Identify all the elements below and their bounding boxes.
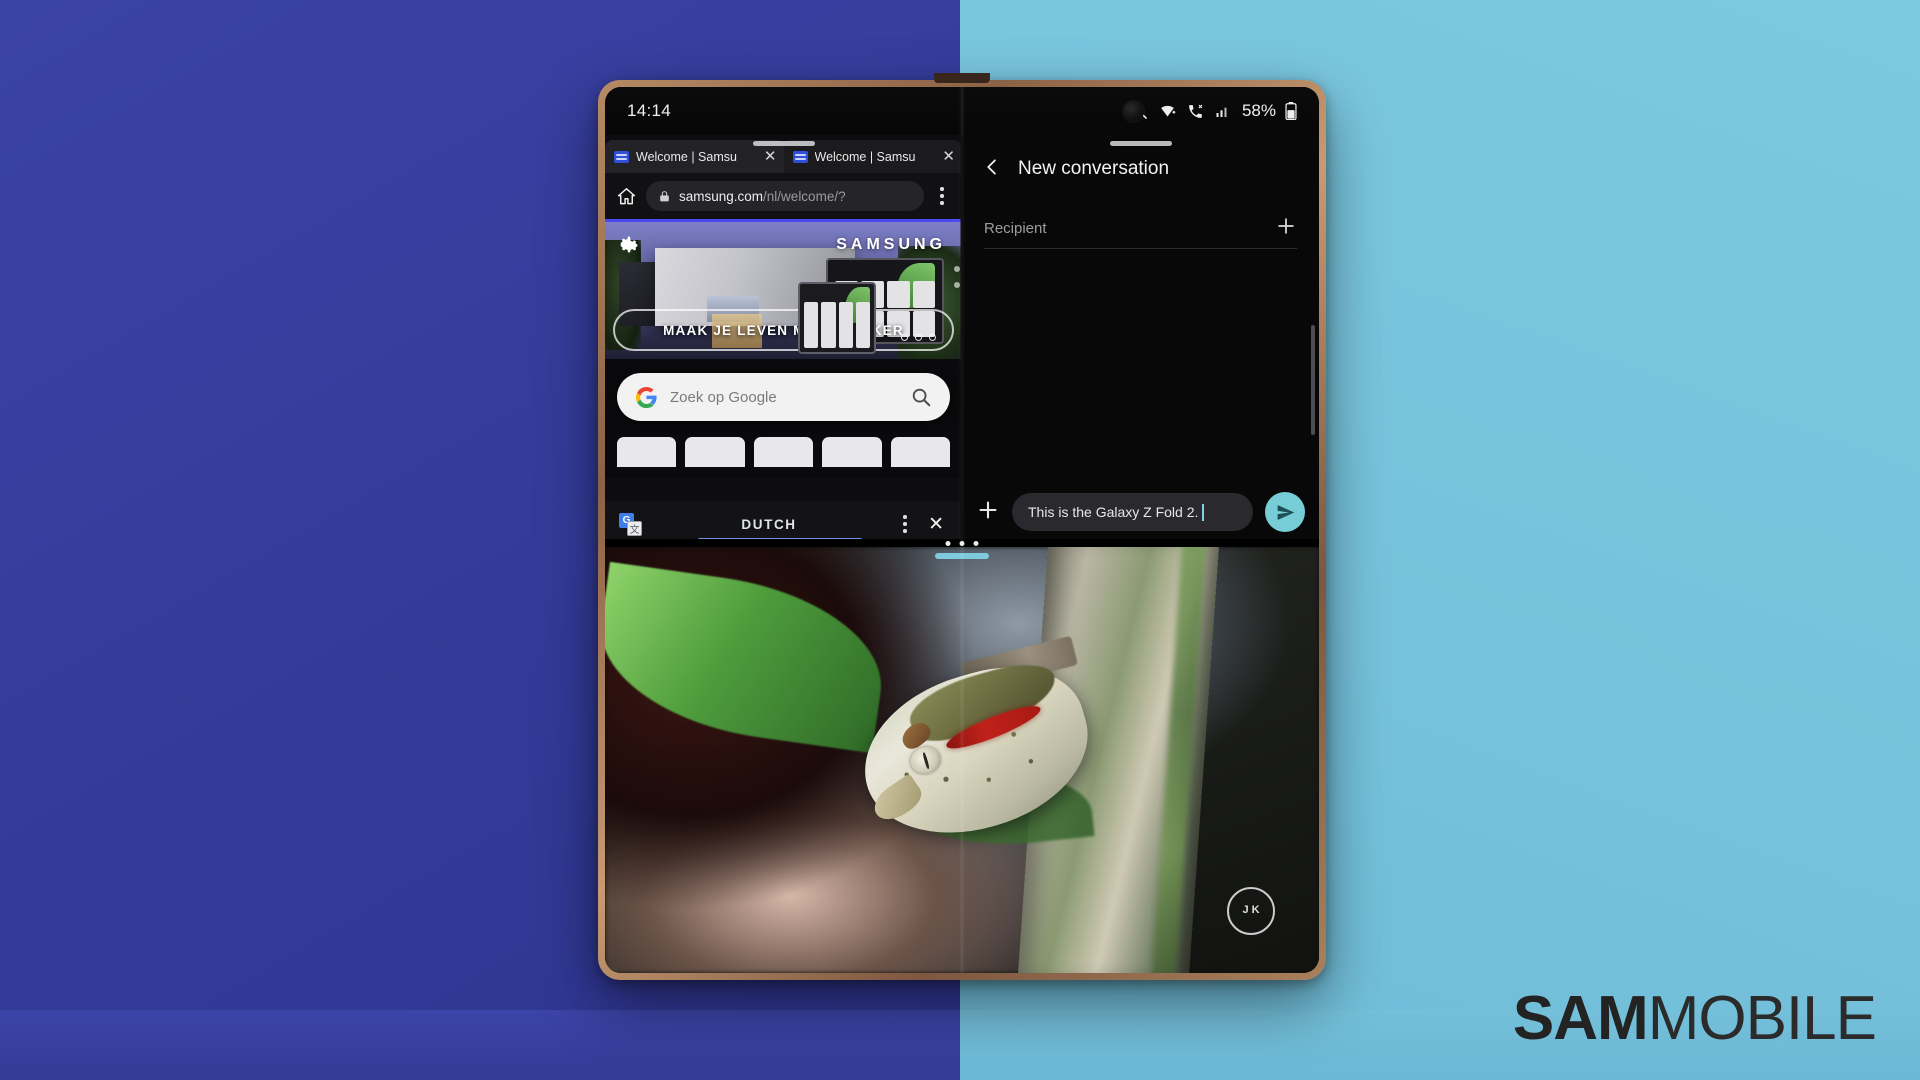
hero-side-rail-dots [954,266,960,288]
signal-icon [1216,107,1227,117]
pane-browser: Welcome | Samsu ✕ Welcome | Samsu ✕ sams… [605,135,962,547]
battery-icon [1285,102,1297,120]
search-icon[interactable] [910,386,932,408]
recipient-label: Recipient [984,220,1047,237]
browser-drag-handle[interactable] [752,141,815,146]
messages-scrollbar[interactable] [1311,325,1315,435]
wifi-icon [1161,105,1176,116]
message-input-text: This is the Galaxy Z Fold 2. [1028,504,1199,520]
photographer-initials: J K [1242,904,1260,917]
watermark-sam: SAM [1512,984,1649,1053]
hinge-notch [934,73,990,83]
tab-close-button[interactable]: ✕ [942,149,955,164]
device-screen: 14:14 58% Welcome | Samsu ✕ Welcome | Sa… [605,87,1319,973]
url-path: /nl/welcome/? [763,188,846,204]
send-icon [1277,504,1294,520]
text-caret [1202,503,1205,521]
message-compose-row: This is the Galaxy Z Fold 2. [962,485,1319,539]
lock-icon [660,190,669,201]
send-button[interactable] [1265,492,1305,532]
tab-close-button[interactable]: ✕ [764,149,777,164]
sammobile-watermark: SAMMOBILE [1513,988,1877,1050]
split-handle-pill[interactable] [935,553,989,559]
shortcut-tile[interactable] [822,437,882,467]
galaxy-z-fold-2-device: 14:14 58% Welcome | Samsu ✕ Welcome | Sa… [598,73,1326,980]
status-icons: 58% [1130,101,1297,121]
split-handle-dots[interactable] [945,541,979,546]
translate-target-letter: 文 [627,520,642,536]
shortcut-tile[interactable] [753,437,814,467]
add-recipient-icon[interactable] [1275,215,1297,242]
samsung-brand-logo: SAMSUNG [836,236,946,253]
home-icon[interactable] [616,186,637,207]
hero-tablet-small [797,282,877,354]
google-g-icon [635,386,657,408]
tab-favicon-icon [792,150,808,163]
google-search-placeholder: Zoek op Google [670,388,777,406]
browser-url-bar: samsung.com/nl/welcome/? [605,173,962,219]
shortcut-tile[interactable] [890,437,951,467]
back-arrow-icon[interactable] [982,156,1002,183]
shortcut-tile[interactable] [685,437,745,467]
gear-icon[interactable] [619,234,640,260]
tab-title: Welcome | Samsu [814,149,916,164]
google-translate-icon: G 文 [619,512,642,536]
message-input[interactable]: This is the Galaxy Z Fold 2. [1012,493,1253,531]
backdrop-floor-left [0,1010,960,1080]
url-text: samsung.com/nl/welcome/? [679,189,846,204]
status-clock: 14:14 [627,101,672,120]
wallpaper: J K [605,547,1319,973]
hero-tablet-tiles [804,301,870,348]
pane-messages: New conversation Recipient This is the G… [962,135,1319,547]
hero-carousel-dots[interactable] [901,334,936,341]
split-vertical-divider[interactable] [960,135,964,547]
messages-drag-handle[interactable] [1109,141,1172,146]
translate-language-label[interactable]: DUTCH [652,517,886,532]
tab-title: Welcome | Samsu [636,149,737,164]
status-bar: 14:14 58% [605,87,1319,135]
browser-menu-icon[interactable] [933,183,951,209]
translate-menu-icon[interactable] [896,511,914,537]
translate-close-button[interactable]: ✕ [924,515,948,534]
hero-caption-pill[interactable]: MAAK JE LEVEN MAKKELIJKER [613,309,954,351]
battery-percent: 58% [1241,101,1276,120]
url-host: samsung.com [679,188,764,204]
home-screen-wallpaper-area: J K [605,547,1319,973]
url-input[interactable]: samsung.com/nl/welcome/? [646,181,924,211]
attach-plus-icon[interactable] [976,498,1000,527]
call-icon [1189,104,1203,118]
webpage-hero-banner: SAMSUNG MAAK JE LEVEN MAKKELIJKER [605,222,962,359]
webpage-body: Zoek op Google [605,359,962,478]
photographer-watermark: J K [1227,887,1275,935]
google-search-bar[interactable]: Zoek op Google [617,373,950,421]
shortcut-tile[interactable] [617,437,677,467]
tab-favicon-icon [614,150,629,163]
messages-title: New conversation [1018,158,1170,179]
webpage-shortcut-tiles[interactable] [617,437,951,467]
recipient-field-row[interactable]: Recipient [984,209,1297,249]
watermark-mobile: MOBILE [1647,984,1877,1053]
